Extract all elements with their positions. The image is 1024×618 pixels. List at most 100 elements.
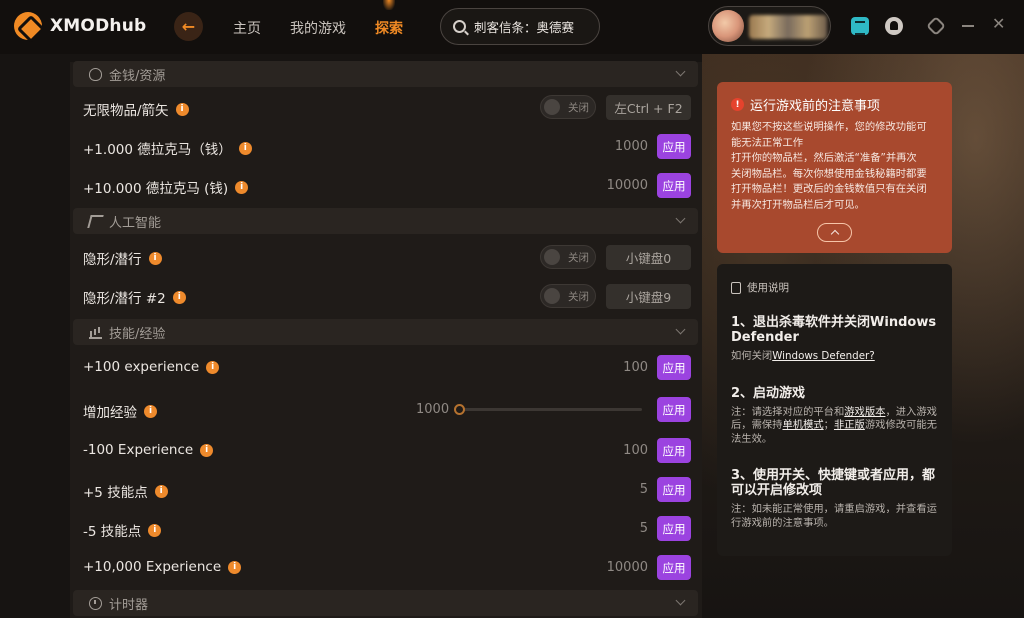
username-redacted (749, 15, 827, 39)
hotkey-box[interactable]: 小键盘9 (606, 284, 691, 309)
cheat-toggle[interactable]: 关闭 (540, 284, 596, 308)
info-icon[interactable]: i (200, 443, 214, 457)
notice-line: 能无法正常工作 (731, 136, 804, 149)
info-icon[interactable]: i (172, 290, 186, 304)
apply-button[interactable]: 应用 (657, 516, 691, 541)
info-icon[interactable]: i (228, 560, 242, 574)
settings-icon[interactable] (926, 16, 946, 36)
cheat-label: +10.000 德拉克马 (钱) (83, 181, 229, 197)
active-nav-indicator (383, 0, 395, 10)
ai-icon (87, 214, 104, 228)
slider-handle[interactable] (454, 404, 465, 415)
nav-explore[interactable]: 探索 (375, 18, 403, 38)
notification-icon[interactable] (885, 17, 903, 35)
cheat-label: 隐形/潜行 #2 (83, 291, 166, 307)
search-input[interactable]: 刺客信条：奥德赛 (440, 8, 600, 45)
nav-my-games[interactable]: 我的游戏 (290, 18, 346, 38)
nav-home[interactable]: 主页 (233, 18, 261, 38)
non-genuine-link[interactable]: 非正版 (834, 419, 865, 431)
chevron-down-icon (675, 595, 686, 606)
info-icon[interactable]: i (144, 404, 157, 418)
game-version-link[interactable]: 游戏版本 (844, 406, 885, 418)
info-icon[interactable]: i (238, 141, 252, 155)
info-icon[interactable]: i (206, 360, 220, 374)
notice-line: 如果您不按这些说明操作，您的修改功能可 (731, 121, 927, 133)
step-title: 3、使用开关、快捷键或者应用，都可以开启修改项 (731, 468, 936, 498)
cheat-label: -100 Experience (83, 442, 194, 458)
chevron-up-icon (830, 229, 839, 239)
cheat-row-exp-100: +100 experience i 100 应用 (70, 348, 702, 387)
windows-defender-link[interactable]: Windows Defender? (772, 350, 875, 362)
toggle-knob (544, 288, 560, 304)
apply-button[interactable]: 应用 (657, 555, 691, 580)
info-icon[interactable]: i (148, 251, 162, 265)
cheat-value: 1000 (614, 139, 648, 154)
close-icon[interactable]: ✕ (992, 14, 1010, 33)
notice-line: 关闭物品栏。每次你想使用金钱秘籍时都要 (731, 167, 927, 180)
user-profile-button[interactable] (708, 6, 831, 46)
app-logo[interactable]: XMODhub (14, 12, 146, 40)
apply-button[interactable]: 应用 (657, 173, 691, 198)
minimize-icon[interactable] (962, 25, 974, 27)
arrow-left-icon: ← (181, 17, 196, 36)
step-note-text: 注：请选择对应的平台和 (731, 405, 845, 418)
info-icon[interactable]: i (148, 523, 162, 537)
guide-step-2: 2、启动游戏 注：请选择对应的平台和游戏版本，进入游戏后，需保持单机模式；非正版… (731, 386, 938, 447)
membership-badge-icon[interactable] (851, 17, 869, 35)
cheat-toggle[interactable]: 关闭 (540, 245, 596, 269)
section-timer[interactable]: 计时器 (73, 590, 698, 616)
cheat-row-skill-plus-5: +5 技能点 i 5 应用 (70, 470, 702, 509)
apply-button[interactable]: 应用 (657, 438, 691, 463)
cheat-label: -5 技能点 (83, 524, 142, 540)
cheat-list-panel: 金钱/资源 无限物品/箭矢 i 关闭 左Ctrl + F2 +1.000 德拉克… (70, 61, 702, 618)
section-title: 金钱/资源 (109, 68, 166, 84)
cheat-label: +10,000 Experience (83, 559, 222, 575)
notice-line: 并再次打开物品栏后才可见。 (731, 198, 865, 211)
hotkey-box[interactable]: 小键盘0 (606, 245, 691, 270)
cheat-row-drachma-10000: +10.000 德拉克马 (钱) i 10000 应用 (70, 166, 702, 205)
app-name: XMODhub (50, 16, 147, 36)
step-note-text: ； (823, 419, 834, 431)
hotkey-box[interactable]: 左Ctrl + F2 (606, 95, 691, 120)
guide-step-3: 3、使用开关、快捷键或者应用，都可以开启修改项 注：如未能正常使用，请重启游戏，… (731, 468, 938, 530)
avatar (712, 10, 744, 42)
back-button[interactable]: ← (174, 12, 203, 41)
cheat-toggle[interactable]: 关闭 (540, 95, 596, 119)
cheat-row-exp-10000: +10,000 Experience i 10000 应用 (70, 548, 702, 587)
step-title: 1、退出杀毒软件并关闭Windows Defender (731, 315, 937, 345)
section-money-resources[interactable]: 金钱/资源 (73, 61, 698, 87)
notice-line: 打开你的物品栏，然后激活“准备”并再次 (731, 152, 917, 164)
info-icon[interactable]: i (175, 102, 189, 116)
cheat-value: 5 (639, 521, 648, 536)
apply-button[interactable]: 应用 (657, 355, 691, 380)
guide-step-1: 1、退出杀毒软件并关闭Windows Defender 如何关闭Windows … (731, 315, 938, 364)
toggle-state: 关闭 (568, 252, 589, 264)
cheat-value: 10000 (606, 178, 648, 193)
exp-slider[interactable] (454, 404, 642, 415)
search-value: 刺客信条：奥德赛 (474, 20, 575, 35)
toggle-state: 关闭 (568, 291, 589, 303)
top-bar: XMODhub ← 主页 我的游戏 探索 刺客信条：奥德赛 ✕ (0, 0, 1024, 54)
cheat-value: 100 (623, 360, 648, 375)
cheat-row-infinite-items: 无限物品/箭矢 i 关闭 左Ctrl + F2 (70, 88, 702, 127)
clock-icon (89, 596, 102, 610)
info-icon[interactable]: i (235, 180, 249, 194)
cheat-value: 100 (623, 443, 648, 458)
section-title: 人工智能 (109, 215, 162, 231)
single-player-link[interactable]: 单机模式 (782, 419, 823, 431)
cheat-label: 隐形/潜行 (83, 252, 142, 268)
guide-header: 使用说明 (747, 282, 789, 294)
apply-button[interactable]: 应用 (657, 477, 691, 502)
cheat-row-skill-minus-5: -5 技能点 i 5 应用 (70, 509, 702, 548)
section-skills-experience[interactable]: 技能/经验 (73, 319, 698, 345)
apply-button[interactable]: 应用 (657, 397, 691, 422)
step-note: 注：如未能正常使用，请重启游戏，并查看运行游戏前的注意事项。 (731, 503, 937, 529)
slider-value: 1000 (416, 402, 450, 417)
cheat-label: +1.000 德拉克马（钱） (83, 142, 232, 158)
section-ai[interactable]: 人工智能 (73, 208, 698, 234)
apply-button[interactable]: 应用 (657, 134, 691, 159)
collapse-notice-button[interactable] (817, 223, 852, 242)
info-icon[interactable]: i (154, 484, 168, 498)
cheat-row-add-exp: 增加经验 i 1000 应用 (70, 390, 702, 429)
step-note: 如何关闭Windows Defender? (731, 350, 938, 364)
